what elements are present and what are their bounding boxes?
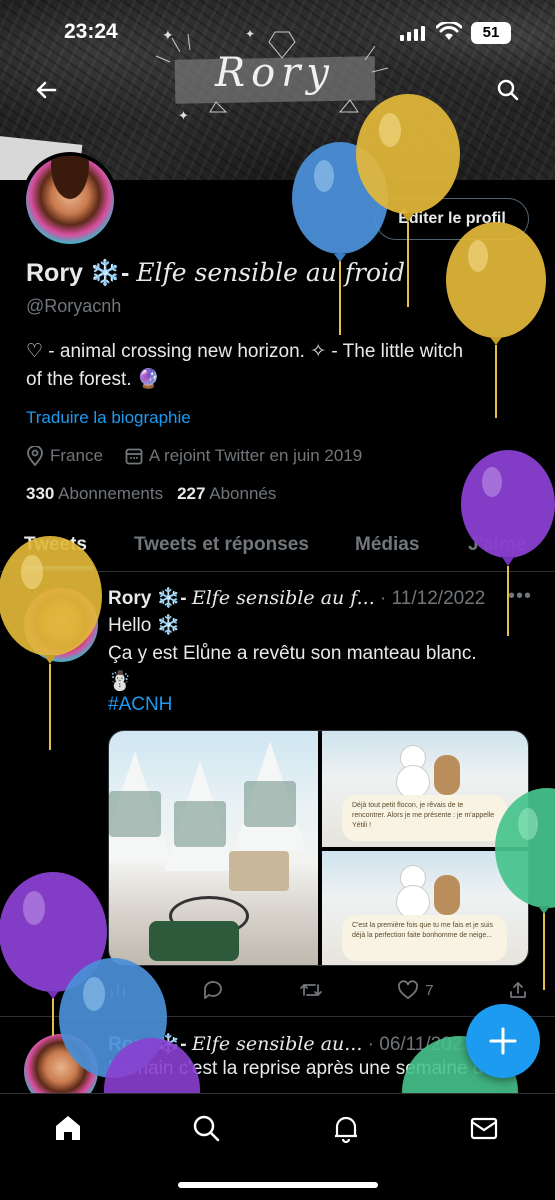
follow-stats: 330 Abonnements 227 Abonnés (26, 484, 276, 504)
tweet-line-2: Ça y est Elůne a revêtu son manteau blan… (108, 643, 477, 664)
following-link[interactable]: 330 Abonnements (26, 484, 163, 504)
tweet-header: Rory ❄️- Elfe sensible au f... · 11/12/2… (108, 586, 485, 610)
balloon-yellow-2 (446, 222, 546, 418)
back-button[interactable] (28, 72, 64, 108)
mail-icon (470, 1117, 498, 1140)
calendar-icon (125, 448, 143, 465)
tweet-line-3: ☃️ (108, 671, 132, 692)
bell-icon (335, 1116, 357, 1144)
location-text: France (50, 446, 103, 465)
nav-home[interactable] (48, 1108, 88, 1148)
battery-indicator: 51 (471, 22, 511, 44)
tweet-author-styled: Elfe sensible au f... (191, 587, 375, 609)
dialog-box-2: C'est la première fois que tu me fais et… (342, 915, 507, 961)
display-name-text: Rory ❄️- (26, 259, 130, 287)
heart-icon (398, 980, 419, 1000)
balloon-purple-3 (104, 1038, 200, 1094)
like-button[interactable]: 7 (397, 978, 434, 1002)
status-time: 23:24 (64, 20, 118, 43)
retweet-button[interactable] (299, 978, 323, 1002)
plus-icon (489, 1027, 517, 1055)
nav-messages[interactable] (464, 1108, 504, 1148)
tweet-media[interactable]: Déjà tout petit flocon, je rêvais de te … (108, 730, 529, 966)
search-icon (497, 79, 519, 101)
media-image-1[interactable] (109, 731, 318, 965)
profile-handle: @Roryacnh (26, 296, 122, 316)
status-bar: 23:24 51 (0, 18, 555, 48)
nav-search[interactable] (186, 1108, 226, 1148)
translate-bio-link[interactable]: Traduire la biographie (26, 408, 191, 428)
wifi-icon (436, 22, 462, 40)
retweet-icon (299, 984, 322, 996)
home-icon (56, 1116, 80, 1140)
hashtag-link[interactable]: #ACNH (108, 694, 172, 716)
svg-text:✦: ✦ (178, 108, 189, 122)
search-button[interactable] (490, 72, 526, 108)
tab-tweets-replies[interactable]: Tweets et réponses (134, 534, 309, 556)
search-icon (193, 1115, 220, 1142)
back-arrow-icon (36, 81, 57, 99)
joined-text: A rejoint Twitter en juin 2019 (148, 446, 363, 465)
nav-notifications[interactable] (326, 1108, 366, 1148)
tweet-author-styled-2: Elfe sensible au... (191, 1033, 363, 1055)
tweet-actions: 7 (108, 978, 528, 1002)
tab-media[interactable]: Médias (355, 534, 419, 556)
location-pin-icon (27, 446, 43, 466)
profile-avatar[interactable] (22, 152, 118, 248)
reply-button[interactable] (202, 978, 224, 1002)
profile-meta: France A rejoint Twitter en juin 2019 (26, 446, 362, 466)
signal-icon (400, 26, 425, 41)
like-count: 7 (425, 981, 434, 999)
compose-tweet-button[interactable] (466, 1004, 540, 1078)
balloon-yellow-3 (0, 536, 102, 750)
balloon-purple-1 (461, 450, 555, 636)
tweet-author: Rory ❄️- (108, 588, 187, 609)
banner-title: Rory (215, 50, 335, 96)
dialog-box-1: Déjà tout petit flocon, je rêvais de te … (342, 795, 507, 841)
reply-icon (204, 981, 223, 999)
home-indicator (178, 1182, 378, 1188)
followers-link[interactable]: 227 Abonnés (177, 484, 276, 504)
balloon-green-1 (495, 788, 555, 990)
